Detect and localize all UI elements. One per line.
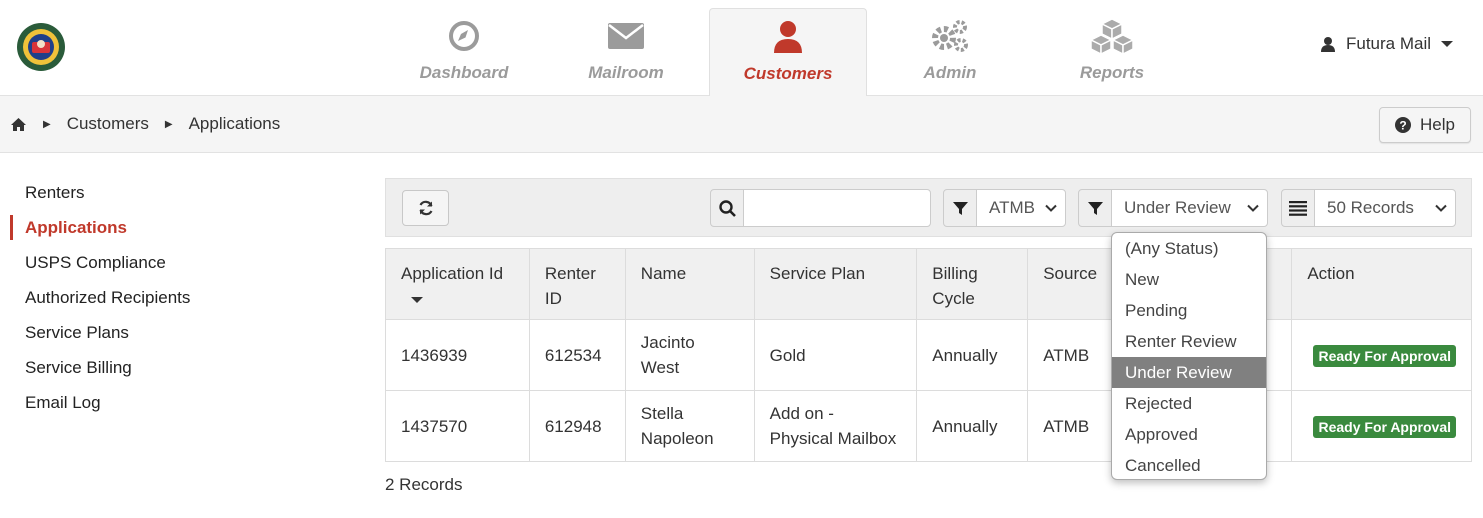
status-option-cancelled[interactable]: Cancelled bbox=[1112, 450, 1266, 479]
chevron-down-icon bbox=[1435, 204, 1447, 212]
user-icon bbox=[1321, 37, 1335, 52]
sidebar-item-authorized-recipients[interactable]: Authorized Recipients bbox=[0, 280, 360, 315]
tab-customers[interactable]: Customers bbox=[709, 8, 867, 97]
svg-text:?: ? bbox=[1399, 119, 1406, 133]
sidebar-item-usps-compliance[interactable]: USPS Compliance bbox=[0, 245, 360, 280]
breadcrumb-applications: Applications bbox=[188, 114, 281, 133]
breadcrumb-bar: ▶ Customers ▶ Applications ? Help bbox=[0, 96, 1483, 153]
list-icon bbox=[1281, 189, 1315, 227]
tab-reports[interactable]: Reports bbox=[1033, 8, 1191, 96]
tab-label: Dashboard bbox=[419, 63, 509, 82]
refresh-button[interactable] bbox=[402, 190, 449, 226]
cell-action: Ready For Approval bbox=[1291, 319, 1472, 391]
cell-application-id[interactable]: 1437570 bbox=[385, 390, 530, 462]
cubes-icon bbox=[1033, 18, 1191, 55]
sort-desc-icon bbox=[411, 297, 423, 303]
user-icon bbox=[710, 19, 866, 55]
column-header-application-id[interactable]: Application Id bbox=[385, 248, 530, 320]
refresh-icon bbox=[418, 200, 433, 216]
cell-billing-cycle: Annually bbox=[916, 390, 1029, 462]
caret-down-icon bbox=[1441, 41, 1454, 47]
column-header-renter-id[interactable]: Renter ID bbox=[528, 248, 626, 320]
status-option-renter-review[interactable]: Renter Review bbox=[1112, 326, 1266, 357]
records-count: 2 Records bbox=[385, 475, 463, 494]
table-header-row: Application Id Renter ID Name Service Pla… bbox=[385, 248, 1472, 320]
cell-name[interactable]: Stella Napoleon bbox=[624, 390, 755, 462]
sidebar-item-applications[interactable]: Applications bbox=[0, 210, 360, 245]
sidebar-item-service-plans[interactable]: Service Plans bbox=[0, 315, 360, 350]
column-header-billing-cycle[interactable]: Billing Cycle bbox=[916, 248, 1029, 320]
status-badge[interactable]: Ready For Approval bbox=[1313, 415, 1456, 438]
cell-application-id[interactable]: 1436939 bbox=[385, 319, 530, 391]
filter-icon bbox=[943, 189, 977, 227]
tab-dashboard[interactable]: Dashboard bbox=[385, 8, 543, 96]
search-icon bbox=[710, 189, 744, 227]
status-option-rejected[interactable]: Rejected bbox=[1112, 388, 1266, 419]
status-filter-value: Under Review bbox=[1124, 198, 1231, 217]
page-size-select[interactable]: 50 Records bbox=[1314, 189, 1456, 227]
table-row[interactable]: 1437570 612948 Stella Napoleon Add on - Ph… bbox=[385, 390, 1472, 462]
cell-source: ATMB bbox=[1027, 319, 1114, 391]
chevron-right-icon: ▶ bbox=[43, 118, 51, 130]
sidebar: Renters Applications USPS Compliance Aut… bbox=[0, 175, 360, 420]
status-option-any[interactable]: (Any Status) bbox=[1112, 233, 1266, 264]
source-filter-select[interactable]: ATMB bbox=[976, 189, 1066, 227]
tab-label: Customers bbox=[743, 64, 833, 83]
cell-service-plan: Add on - Physical Mailbox bbox=[753, 390, 918, 462]
tab-mailroom[interactable]: Mailroom bbox=[547, 8, 705, 96]
cell-renter-id[interactable]: 612948 bbox=[528, 390, 626, 462]
compass-icon bbox=[385, 18, 543, 54]
column-header-source[interactable]: Source bbox=[1027, 248, 1114, 320]
status-option-new[interactable]: New bbox=[1112, 264, 1266, 295]
cell-name[interactable]: Jacinto West bbox=[624, 319, 755, 391]
tab-admin[interactable]: Admin bbox=[871, 8, 1029, 96]
status-filter-dropdown: (Any Status) New Pending Renter Review U… bbox=[1111, 232, 1267, 480]
breadcrumb-customers[interactable]: Customers bbox=[67, 114, 149, 134]
home-icon[interactable] bbox=[10, 117, 27, 132]
chevron-down-icon bbox=[1045, 204, 1057, 212]
chevron-right-icon: ▶ bbox=[164, 118, 173, 130]
sidebar-item-renters[interactable]: Renters bbox=[0, 175, 360, 210]
source-filter-value: ATMB bbox=[989, 198, 1035, 217]
user-menu[interactable]: Futura Mail bbox=[1320, 34, 1454, 54]
gears-icon bbox=[871, 18, 1029, 54]
top-navbar: Dashboard Mailroom Customers Admin Repor… bbox=[0, 0, 1483, 97]
envelope-icon bbox=[547, 18, 705, 54]
cell-billing-cycle: Annually bbox=[916, 319, 1029, 391]
user-name: Futura Mail bbox=[1346, 34, 1432, 53]
table-row[interactable]: 1436939 612534 Jacinto West Gold Annually… bbox=[385, 319, 1472, 391]
sidebar-item-email-log[interactable]: Email Log bbox=[0, 385, 360, 420]
search-input[interactable] bbox=[743, 189, 931, 227]
status-option-pending[interactable]: Pending bbox=[1112, 295, 1266, 326]
column-header-action: Action bbox=[1291, 248, 1472, 320]
futuramail-logo[interactable] bbox=[12, 22, 70, 72]
cell-source: ATMB bbox=[1027, 390, 1114, 462]
tab-label: Reports bbox=[1079, 63, 1145, 82]
status-badge[interactable]: Ready For Approval bbox=[1313, 344, 1456, 367]
help-button[interactable]: ? Help bbox=[1379, 107, 1471, 143]
applications-table: Application Id Renter ID Name Service Pla… bbox=[385, 248, 1472, 462]
table-toolbar: ATMB Under Review 50 Records bbox=[385, 178, 1472, 237]
question-circle-icon: ? bbox=[1395, 117, 1412, 133]
status-filter-select[interactable]: Under Review bbox=[1111, 189, 1268, 227]
page-size-value: 50 Records bbox=[1327, 198, 1414, 217]
cell-action: Ready For Approval bbox=[1291, 390, 1472, 462]
tab-label: Mailroom bbox=[588, 63, 664, 82]
sidebar-item-service-billing[interactable]: Service Billing bbox=[0, 350, 360, 385]
cell-renter-id[interactable]: 612534 bbox=[528, 319, 626, 391]
breadcrumb: ▶ Customers ▶ Applications bbox=[10, 114, 280, 134]
chevron-down-icon bbox=[1247, 204, 1259, 212]
column-header-service-plan[interactable]: Service Plan bbox=[753, 248, 918, 320]
tab-label: Admin bbox=[923, 63, 977, 82]
cell-service-plan: Gold bbox=[753, 319, 918, 391]
column-header-name[interactable]: Name bbox=[624, 248, 755, 320]
help-label: Help bbox=[1420, 115, 1455, 134]
status-option-under-review[interactable]: Under Review bbox=[1112, 357, 1266, 388]
status-option-approved[interactable]: Approved bbox=[1112, 419, 1266, 450]
filter-icon bbox=[1078, 189, 1112, 227]
